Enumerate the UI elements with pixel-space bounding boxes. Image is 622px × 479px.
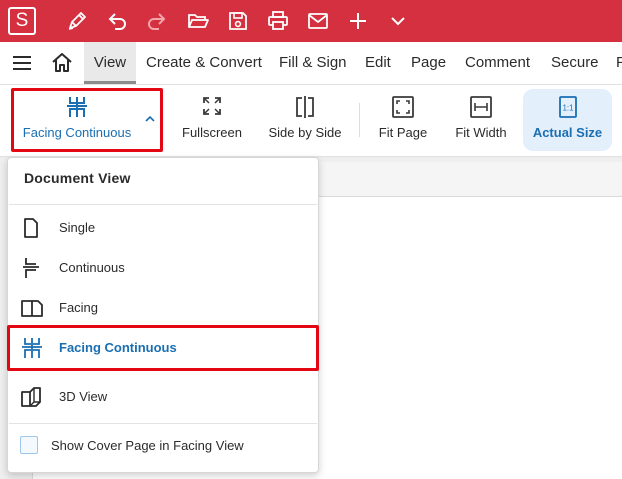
menu-item-continuous[interactable]: Continuous [8, 248, 318, 288]
document-view-title: Document View [24, 170, 131, 186]
side-by-side-button[interactable]: Side by Side [262, 85, 348, 157]
tab-view[interactable]: View [84, 42, 136, 84]
menu-item-single[interactable]: Single [8, 208, 318, 248]
home-icon[interactable] [50, 51, 74, 75]
hamburger-menu-icon[interactable] [11, 53, 33, 73]
actual-size-label: Actual Size [532, 125, 603, 140]
show-cover-page-checkbox[interactable] [20, 436, 38, 454]
facing-continuous-highlight [11, 88, 163, 152]
redo-icon[interactable] [144, 0, 170, 42]
menu-item-label: 3D View [59, 389, 108, 404]
open-folder-icon[interactable] [185, 0, 211, 42]
undo-icon[interactable] [104, 0, 130, 42]
fullscreen-label: Fullscreen [182, 125, 242, 140]
tab-create-convert[interactable]: Create & Convert [146, 42, 262, 84]
mail-icon[interactable] [305, 0, 331, 42]
actual-size-button[interactable]: 1:1 Actual Size [523, 89, 612, 151]
tab-page[interactable]: Page [411, 42, 446, 84]
menu-divider [9, 204, 317, 205]
ribbon-separator [359, 103, 360, 137]
actual-size-icon: 1:1 [558, 96, 577, 118]
fullscreen-button[interactable]: Fullscreen [172, 85, 252, 157]
side-by-side-label: Side by Side [268, 125, 342, 140]
continuous-icon [23, 258, 39, 278]
menu-item-label: Continuous [59, 260, 125, 275]
chevron-down-icon[interactable] [385, 0, 411, 42]
fit-width-button[interactable]: Fit Width [446, 85, 516, 157]
side-by-side-icon [296, 96, 314, 118]
single-page-icon [24, 218, 38, 238]
3d-view-icon [21, 387, 41, 407]
tab-comment[interactable]: Comment [465, 42, 530, 84]
menu-item-label: Facing [59, 300, 99, 315]
save-icon[interactable] [225, 0, 251, 42]
menu-item-facing[interactable]: Facing [8, 288, 318, 328]
menu-divider [9, 423, 317, 424]
svg-text:1:1: 1:1 [562, 104, 574, 113]
fit-width-icon [470, 96, 492, 118]
fit-page-label: Fit Page [378, 125, 428, 140]
document-strip [300, 162, 622, 196]
fit-width-label: Fit Width [455, 125, 507, 140]
title-bar: S [0, 0, 622, 42]
pen-icon[interactable] [64, 0, 90, 42]
tab-secure[interactable]: Secure [551, 42, 599, 84]
tab-more[interactable]: F [616, 42, 622, 84]
fullscreen-icon [203, 97, 221, 115]
app-logo[interactable]: S [8, 7, 36, 35]
app-window: S View Create & Convert Fill & Sign Edit… [0, 0, 622, 479]
print-icon[interactable] [265, 0, 291, 42]
tab-edit[interactable]: Edit [365, 42, 391, 84]
document-view-menu: Document View Single Continuous Facing F… [7, 157, 319, 473]
plus-icon[interactable] [345, 0, 371, 42]
facing-continuous-item-highlight [7, 325, 319, 371]
tab-fill-sign[interactable]: Fill & Sign [279, 42, 347, 84]
menu-bar: View Create & Convert Fill & Sign Edit P… [0, 42, 622, 85]
facing-icon [21, 300, 43, 317]
menu-item-label: Single [59, 220, 96, 235]
menu-item-3d-view[interactable]: 3D View [8, 377, 318, 417]
fit-page-button[interactable]: Fit Page [368, 85, 438, 157]
fit-page-icon [392, 96, 414, 118]
show-cover-page-label[interactable]: Show Cover Page in Facing View [51, 438, 244, 453]
